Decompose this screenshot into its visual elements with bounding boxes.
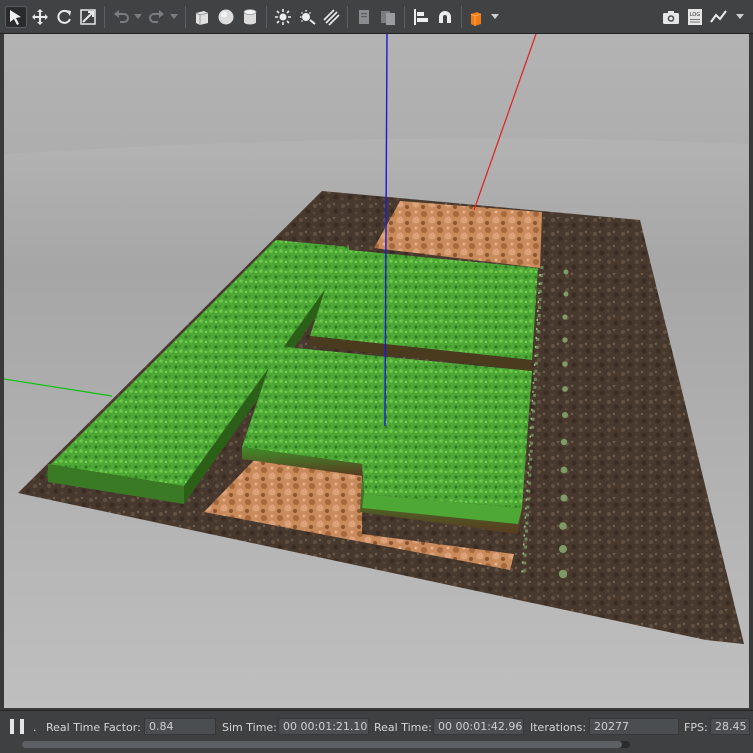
toolbar-separator [347, 5, 348, 28]
real-time-factor-label: Real Time Factor: [46, 721, 141, 734]
view-angle-button[interactable] [467, 6, 489, 28]
log-icon-text: LOG [690, 12, 701, 18]
align-icon [414, 8, 428, 25]
more-button[interactable] [732, 6, 748, 28]
log-button[interactable]: LOG [684, 6, 706, 28]
scene-render[interactable] [4, 34, 749, 708]
chevron-down-icon [491, 14, 499, 19]
align-button[interactable] [410, 6, 432, 28]
point-light-icon [275, 8, 291, 25]
iterations-label: Iterations: [530, 721, 587, 734]
status-bar: . Real Time Factor: 0.84 Sim Time: 00 00… [0, 710, 753, 753]
toolbar: LOG [0, 0, 753, 34]
redo-button[interactable] [146, 6, 168, 28]
pause-button[interactable] [10, 719, 24, 735]
sim-time-value: 00 00:01:21.108 [278, 718, 369, 735]
snap-icon [439, 10, 451, 23]
cylinder-shape-button[interactable] [239, 6, 261, 28]
fps-label: FPS: [684, 721, 708, 734]
plot-button[interactable] [708, 6, 730, 28]
spot-light-button[interactable] [296, 6, 318, 28]
scene-viewport[interactable] [4, 34, 749, 708]
redo-dropdown[interactable] [169, 6, 179, 28]
view-angle-dropdown[interactable] [490, 6, 500, 28]
cylinder-shape-icon [243, 8, 257, 24]
real-time-factor-value: 0.84 [144, 718, 216, 735]
screenshot-icon [663, 10, 679, 24]
status-scrollbar[interactable] [22, 741, 630, 748]
redo-icon [149, 9, 164, 23]
undo-icon [114, 9, 129, 23]
snap-button[interactable] [434, 6, 456, 28]
iterations-value: 20277 [589, 718, 679, 735]
sphere-shape-icon [218, 9, 234, 24]
sim-time-label: Sim Time: [222, 721, 277, 734]
undo-button[interactable] [110, 6, 132, 28]
paste-button[interactable] [377, 6, 399, 28]
sphere-shape-button[interactable] [215, 6, 237, 28]
fps-value: 28.45 [710, 718, 750, 735]
view-angle-icon [470, 11, 482, 26]
plot-icon [710, 9, 727, 23]
copy-icon [359, 9, 369, 24]
select-mode-icon [10, 9, 21, 25]
scale-mode-button[interactable] [77, 6, 99, 28]
chevron-down-icon [170, 14, 178, 19]
spot-light-icon [300, 9, 316, 25]
box-shape-button[interactable] [191, 6, 213, 28]
undo-dropdown[interactable] [133, 6, 143, 28]
status-scrollbar-thumb[interactable] [22, 741, 622, 748]
translate-mode-button[interactable] [29, 6, 51, 28]
rotate-mode-button[interactable] [53, 6, 75, 28]
chevron-down-icon [134, 14, 142, 19]
paste-icon [381, 10, 395, 25]
gazebo-window: LOG . Real Time Factor: 0.84 Sim Time: 0… [0, 0, 753, 753]
step-button[interactable]: . [33, 721, 37, 734]
pause-icon-bar [10, 719, 14, 734]
toolbar-separator [461, 5, 462, 28]
copy-button[interactable] [353, 6, 375, 28]
translate-mode-icon [32, 8, 48, 25]
box-shape-icon [195, 10, 209, 25]
real-time-label: Real Time: [374, 721, 432, 734]
rotate-mode-icon [57, 9, 71, 24]
directional-light-icon [323, 8, 340, 26]
toolbar-separator [104, 5, 105, 28]
toolbar-separator [185, 5, 186, 28]
pause-icon-bar [20, 719, 24, 734]
real-time-value: 00 00:01:42.969 [433, 718, 524, 735]
select-mode-button[interactable] [5, 5, 27, 28]
point-light-button[interactable] [272, 6, 294, 28]
directional-light-button[interactable] [320, 6, 342, 28]
log-icon: LOG [688, 8, 702, 25]
toolbar-separator [404, 5, 405, 28]
chevron-down-icon [736, 14, 744, 19]
scale-mode-icon [80, 8, 96, 25]
horizon-band [4, 34, 749, 154]
toolbar-separator [266, 5, 267, 28]
screenshot-button[interactable] [660, 6, 682, 28]
